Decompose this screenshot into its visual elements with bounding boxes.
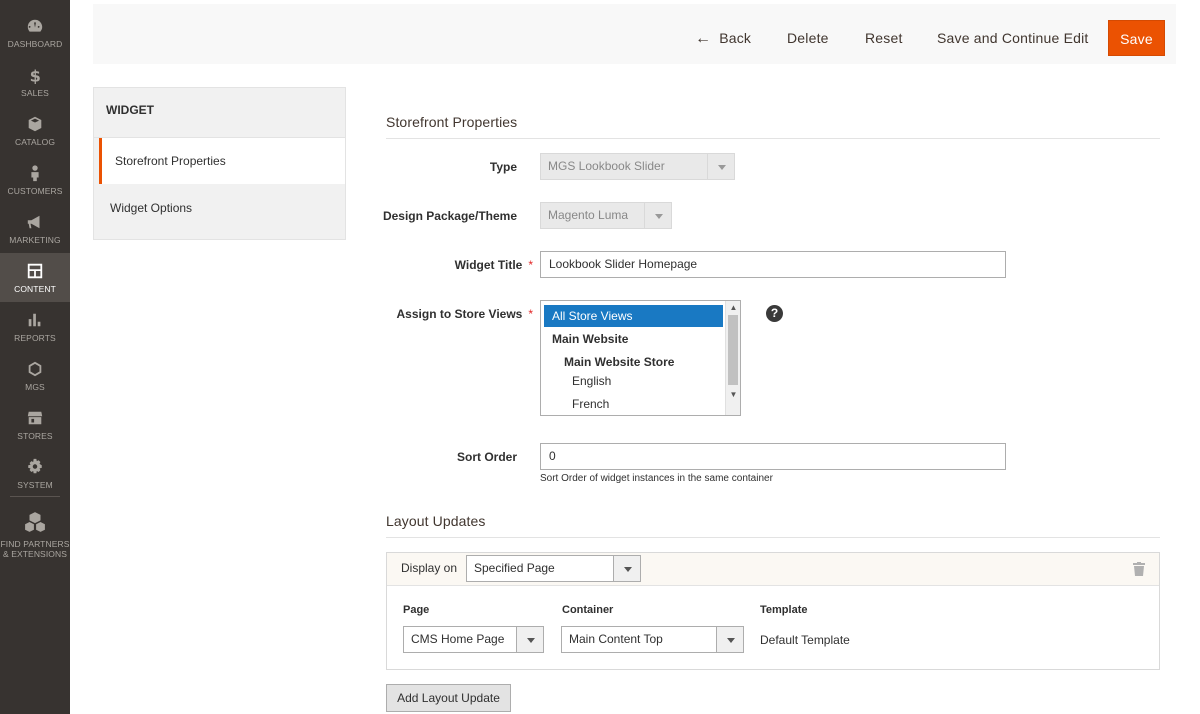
scrollbar-thumb[interactable] (728, 315, 738, 385)
nav-mgs[interactable]: MGS (0, 351, 70, 400)
arrow-left-icon: ← (695, 30, 712, 47)
layout-updates-title: Layout Updates (386, 513, 486, 529)
add-layout-update-button[interactable]: Add Layout Update (386, 684, 511, 712)
sort-order-input[interactable]: 0 (540, 443, 1006, 470)
theme-label: Design Package/Theme (382, 209, 517, 223)
display-on-select[interactable]: Specified Page (466, 555, 641, 582)
nav-label: CATALOG (14, 137, 56, 147)
store-view-option[interactable]: French (572, 393, 609, 415)
nav-dashboard[interactable]: DASHBOARD (0, 8, 70, 57)
required-asterisk: * (528, 307, 533, 321)
save-and-continue-button[interactable]: Save and Continue Edit (937, 20, 1089, 56)
nav-label: FIND PARTNERS (0, 539, 70, 549)
layout-update-header: Display on Specified Page (387, 553, 1159, 586)
chevron-down-icon (716, 627, 743, 652)
nav-sales[interactable]: $ SALES (0, 57, 70, 106)
type-select: MGS Lookbook Slider (540, 153, 735, 180)
nav-label-2: & EXTENSIONS (2, 549, 68, 559)
widget-tabs: WIDGET Storefront Properties Widget Opti… (93, 87, 346, 240)
nav-reports[interactable]: REPORTS (0, 302, 70, 351)
multiselect-scrollbar[interactable]: ▲ ▼ (725, 301, 740, 415)
layout-update-panel: Display on Specified Page Page Container… (386, 552, 1160, 670)
storefront-icon (0, 409, 70, 429)
back-button[interactable]: ← Back (695, 20, 751, 56)
bar-chart-icon (0, 311, 70, 331)
widget-title-label: Widget Title * (454, 258, 533, 272)
store-view-option[interactable]: English (572, 370, 611, 392)
store-views-label: Assign to Store Views * (396, 307, 533, 321)
nav-label: DASHBOARD (7, 39, 63, 49)
nav-customers[interactable]: CUSTOMERS (0, 155, 70, 204)
save-button[interactable]: Save (1108, 20, 1165, 56)
dollar-icon: $ (0, 66, 70, 86)
type-label: Type (489, 160, 517, 174)
section-divider (386, 537, 1160, 538)
required-asterisk: * (528, 258, 533, 272)
nav-label: SYSTEM (17, 480, 53, 490)
template-label: Template (760, 604, 808, 616)
tab-storefront-properties[interactable]: Storefront Properties (99, 138, 345, 184)
nav-marketing[interactable]: MARKETING (0, 204, 70, 253)
nav-stores[interactable]: STORES (0, 400, 70, 449)
container-select[interactable]: Main Content Top (561, 626, 744, 653)
nav-label: SALES (21, 88, 49, 98)
nav-catalog[interactable]: CATALOG (0, 106, 70, 155)
delete-button[interactable]: Delete (787, 20, 829, 56)
chevron-down-icon (516, 627, 543, 652)
widget-title-input[interactable]: Lookbook Slider Homepage (540, 251, 1006, 278)
nav-label: MGS (25, 382, 45, 392)
section-divider (386, 138, 1160, 139)
display-on-label: Display on (401, 561, 458, 575)
nav-label: REPORTS (14, 333, 56, 343)
template-value: Default Template (760, 633, 850, 647)
tabs-header: WIDGET (94, 88, 345, 138)
store-views-multiselect[interactable]: All Store Views Main Website Main Websit… (540, 300, 741, 416)
page-select[interactable]: CMS Home Page (403, 626, 544, 653)
chevron-down-icon (644, 203, 671, 228)
person-icon (0, 164, 70, 184)
nav-separator (10, 496, 60, 497)
nav-system[interactable]: SYSTEM (0, 449, 70, 498)
reset-button[interactable]: Reset (865, 20, 903, 56)
help-icon[interactable]: ? (766, 305, 783, 322)
chevron-down-icon (707, 154, 734, 179)
layout-icon (0, 262, 70, 282)
box-icon (0, 115, 70, 135)
svg-text:$: $ (30, 66, 41, 84)
trash-icon[interactable] (1133, 562, 1145, 576)
nav-content[interactable]: CONTENT (0, 253, 70, 302)
hexagon-icon (0, 360, 70, 380)
nav-label: CUSTOMERS (7, 186, 63, 196)
admin-sidebar: DASHBOARD $ SALES CATALOG CUSTOMERS MARK… (0, 0, 70, 714)
sort-order-label: Sort Order (456, 450, 517, 464)
scroll-up-icon[interactable]: ▲ (726, 302, 740, 314)
theme-select: Magento Luma (540, 202, 672, 229)
sort-order-note: Sort Order of widget instances in the sa… (540, 473, 773, 484)
tab-widget-options[interactable]: Widget Options (94, 185, 345, 231)
megaphone-icon (0, 213, 70, 233)
nav-label: STORES (17, 431, 53, 441)
storefront-properties-title: Storefront Properties (386, 114, 518, 130)
chevron-down-icon (613, 556, 640, 581)
gear-icon (0, 458, 70, 478)
scroll-down-icon[interactable]: ▼ (726, 389, 740, 401)
store-view-option[interactable]: All Store Views (544, 305, 723, 327)
store-view-group: Main Website (552, 332, 629, 346)
container-label: Container (562, 604, 614, 616)
nav-label: CONTENT (14, 284, 56, 294)
nav-label: MARKETING (9, 235, 61, 245)
page-actions-bar: ← Back Delete Reset Save and Continue Edi… (93, 4, 1176, 64)
cubes-icon (0, 509, 70, 537)
dashboard-icon (0, 17, 70, 37)
nav-find-partners[interactable]: FIND PARTNERS & EXTENSIONS (0, 500, 70, 564)
page-label: Page (403, 604, 430, 616)
